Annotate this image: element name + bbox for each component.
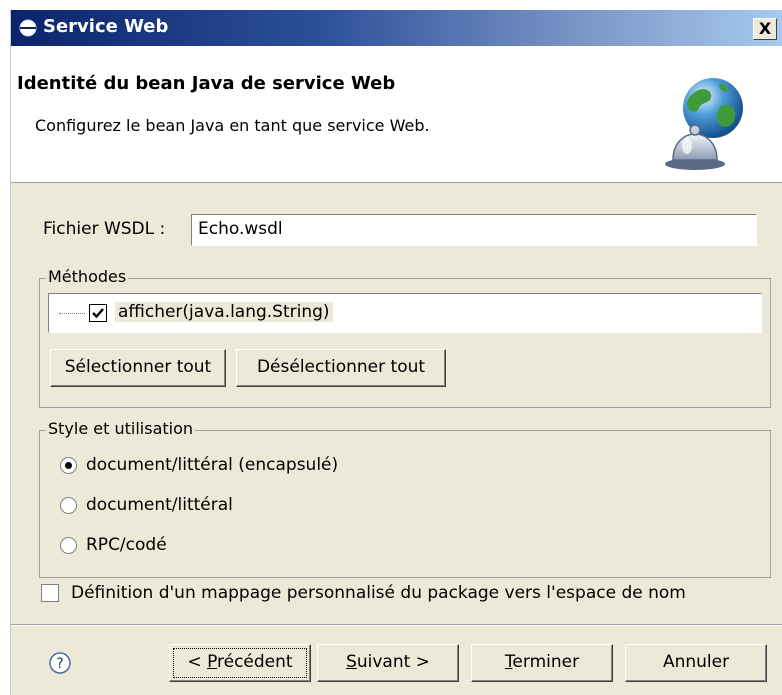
method-checkbox[interactable]: [89, 304, 107, 322]
select-all-button[interactable]: Sélectionner tout: [50, 349, 226, 387]
back-prefix: <: [187, 652, 208, 672]
methods-group: Méthodes afficher(java.lang.String) Séle…: [39, 267, 771, 408]
radio-rpc-encoded[interactable]: [60, 537, 77, 554]
wizard-header: Identité du bean Java de service Web Con…: [11, 46, 782, 183]
service-web-dialog: Service Web X Identité du bean Java de s…: [10, 10, 782, 695]
wsdl-file-label: Fichier WSDL :: [43, 219, 166, 239]
help-icon[interactable]: ?: [49, 652, 71, 674]
radio-document-literal[interactable]: [60, 497, 77, 514]
svg-text:?: ?: [56, 656, 63, 672]
radio-label-document-literal-wrapped[interactable]: document/littéral (encapsulé): [86, 455, 338, 475]
style-usage-group: Style et utilisation document/littéral (…: [39, 419, 771, 578]
window-title: Service Web: [43, 16, 169, 37]
finish-button[interactable]: Terminer: [471, 644, 613, 682]
wsdl-file-field[interactable]: Echo.wsdl: [191, 214, 757, 246]
finish-label-rest: erminer: [512, 652, 580, 672]
method-label[interactable]: afficher(java.lang.String): [115, 302, 333, 322]
page-description: Configurez le bean Java en tant que serv…: [35, 116, 430, 135]
web-service-globe-icon: [665, 78, 743, 170]
globe-icon: [19, 19, 37, 37]
back-button[interactable]: < Précédent: [169, 644, 311, 682]
back-mnemonic: P: [207, 652, 218, 672]
back-label-rest: récédent: [217, 652, 293, 672]
custom-mapping-label[interactable]: Définition d'un mappage personnalisé du …: [71, 583, 686, 603]
close-icon: X: [758, 19, 772, 38]
page-title: Identité du bean Java de service Web: [17, 73, 396, 94]
style-usage-legend: Style et utilisation: [46, 419, 196, 438]
radio-label-document-literal[interactable]: document/littéral: [86, 495, 233, 515]
next-mnemonic: S: [346, 652, 357, 672]
cancel-button[interactable]: Annuler: [625, 644, 767, 682]
footer-separator: [11, 624, 782, 626]
title-bar[interactable]: Service Web X: [11, 10, 782, 46]
radio-document-literal-wrapped[interactable]: [60, 457, 77, 474]
deselect-all-button[interactable]: Désélectionner tout: [236, 349, 446, 387]
next-label-rest: uivant >: [356, 652, 430, 672]
tree-connector: [59, 313, 85, 314]
close-button[interactable]: X: [753, 18, 777, 40]
next-button[interactable]: Suivant >: [317, 644, 459, 682]
check-icon: [92, 308, 104, 319]
radio-label-rpc-encoded[interactable]: RPC/codé: [86, 535, 167, 555]
methods-tree[interactable]: afficher(java.lang.String): [48, 293, 762, 333]
custom-mapping-checkbox[interactable]: [41, 584, 59, 602]
methods-legend: Méthodes: [46, 267, 129, 286]
